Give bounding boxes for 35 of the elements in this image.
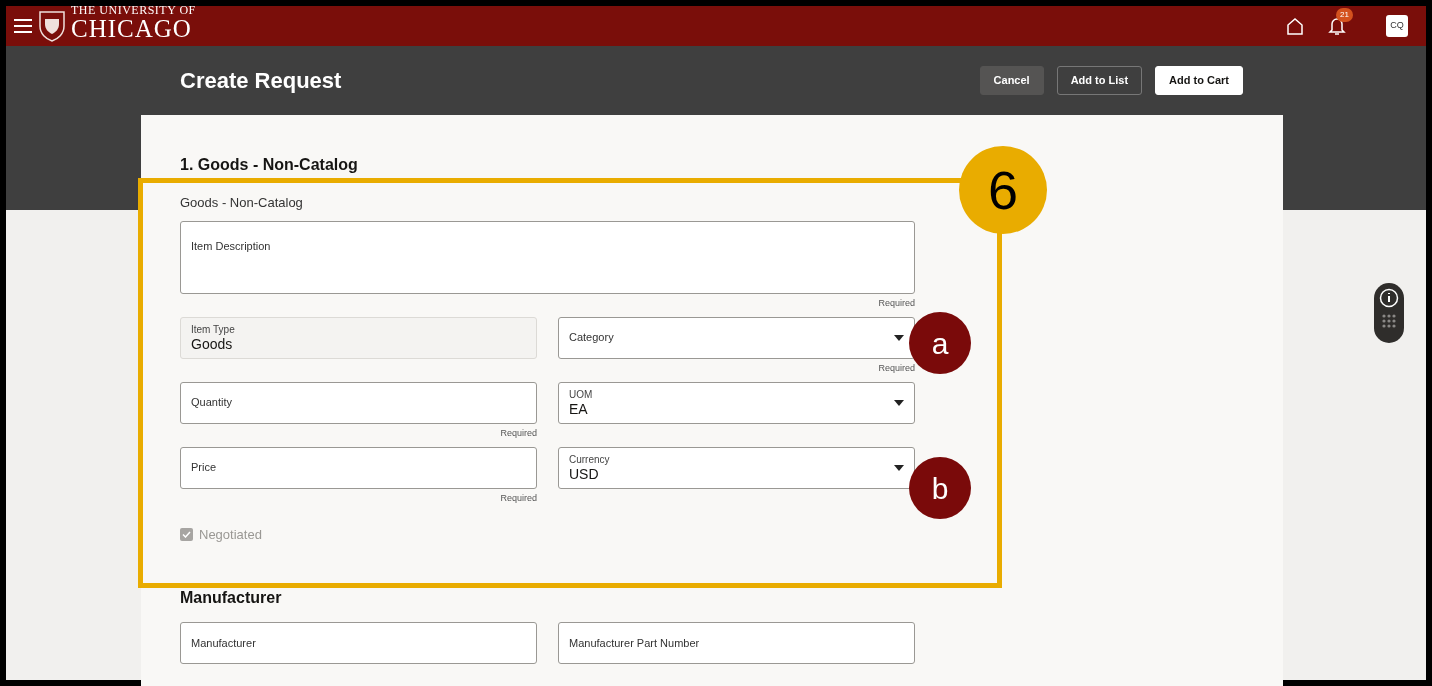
grid-icon xyxy=(1382,314,1396,328)
section-title: Manufacturer xyxy=(180,588,282,608)
action-button[interactable]: Cancel xyxy=(979,66,1044,95)
action-button[interactable]: Add to List xyxy=(1056,66,1143,95)
notification-badge: 21 xyxy=(1336,8,1353,22)
bell-icon[interactable] xyxy=(1328,16,1346,36)
input-field[interactable]: Price xyxy=(180,446,537,489)
side-info-panel[interactable] xyxy=(1374,283,1404,343)
logo-text: THE UNIVERSITY OF xyxy=(71,3,196,16)
action-button[interactable]: Add to Cart xyxy=(1155,66,1243,95)
section-subtitle: Goods - Non-Catalog xyxy=(180,194,303,212)
input-field[interactable]: Manufacturer Part Number xyxy=(558,622,915,664)
required-note: Required xyxy=(500,426,537,440)
dropdown-caret-icon xyxy=(894,399,904,406)
required-note: Required xyxy=(878,296,915,310)
dropdown-field[interactable]: Category xyxy=(558,316,915,359)
required-note: Required xyxy=(500,491,537,505)
dropdown-caret-icon xyxy=(894,334,904,341)
crest-icon xyxy=(39,10,65,42)
checkbox-label: Negotiated xyxy=(199,525,262,544)
input-field[interactable]: Manufacturer xyxy=(180,622,537,664)
dropdown-caret-icon xyxy=(894,464,904,471)
dropdown-field[interactable]: Currency USD xyxy=(558,446,915,489)
section-title: 1. Goods - Non-Catalog xyxy=(180,155,359,175)
readonly-field: Item Type Goods xyxy=(180,316,537,359)
input-field[interactable]: Quantity xyxy=(180,381,537,424)
logo-text: CHICAGO xyxy=(71,15,193,41)
info-icon xyxy=(1379,288,1399,308)
dropdown-field[interactable]: UOM EA xyxy=(558,381,915,424)
required-note: Required xyxy=(878,361,915,375)
input-field[interactable]: Item Description xyxy=(180,220,915,294)
page-title: Create Request xyxy=(180,67,342,95)
user-avatar[interactable]: CQ xyxy=(1386,15,1408,37)
menu-icon[interactable] xyxy=(14,19,32,33)
home-icon[interactable] xyxy=(1286,17,1304,35)
